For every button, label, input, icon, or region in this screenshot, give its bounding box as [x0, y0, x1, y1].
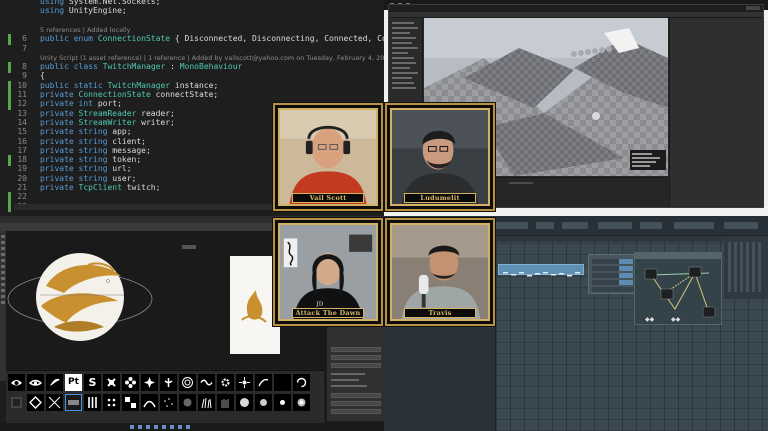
bars-brush-icon	[88, 397, 97, 408]
brush-swatch[interactable]	[255, 374, 272, 391]
pattern-clip[interactable]	[498, 264, 584, 277]
brush-swatch[interactable]	[217, 374, 234, 391]
webcam-vail-scott: Vail Scott	[273, 103, 383, 211]
clip-notes	[503, 272, 580, 277]
webcam-frame: JD Attack The Dawn	[278, 223, 378, 321]
brush-swatch[interactable]	[160, 394, 177, 411]
swoosh-brush-icon	[50, 378, 60, 386]
brush-swatch[interactable]	[84, 394, 101, 411]
change-marker	[0, 201, 11, 213]
brush-swatch[interactable]	[198, 394, 215, 411]
fl-mixer-strip[interactable]	[724, 238, 768, 298]
bristle-brush-icon	[221, 399, 229, 408]
webcam-travis: Travis	[385, 218, 495, 326]
brush-swatch[interactable]	[103, 394, 120, 411]
stream-layout: using System.Net.Sockets; using UnityEngi…	[0, 0, 768, 431]
fleur-brush-icon	[164, 378, 173, 387]
brush-swatch[interactable]	[274, 374, 291, 391]
eye-brush-icon	[11, 380, 22, 386]
brush-swatch[interactable]	[160, 374, 177, 391]
webcam-frame: Travis	[390, 223, 490, 321]
brush-swatch[interactable]	[8, 394, 25, 411]
knot-brush-icon	[107, 378, 116, 387]
webcam-feed: JD	[280, 225, 376, 319]
burst-brush-icon	[297, 398, 306, 407]
brush-swatch[interactable]	[122, 394, 139, 411]
webcam-frame: Vail Scott	[278, 108, 378, 206]
swirl-brush-icon	[296, 377, 307, 388]
name-plate: Attack The Dawn	[292, 308, 364, 318]
brush-swatch[interactable]	[27, 394, 44, 411]
scatter-brush-icon	[164, 398, 173, 407]
brush-swatch[interactable]	[293, 394, 310, 411]
unity-inspector-panel[interactable]	[669, 18, 764, 206]
webcam-frame: Ludumelit	[390, 108, 490, 206]
dots-brush-icon	[107, 398, 116, 407]
brush-swatch[interactable]	[198, 374, 215, 391]
brush-swatch[interactable]	[141, 394, 158, 411]
name-plate: Travis	[404, 308, 476, 318]
brush-swatch[interactable]	[46, 374, 63, 391]
webcam-ludumelit: Ludumelit	[385, 103, 495, 211]
webcam-feed	[392, 110, 488, 204]
name-plate: Ludumelit	[404, 193, 476, 203]
texture-brush-icon	[11, 397, 22, 408]
mandala-brush-icon	[182, 377, 193, 388]
brush-swatch[interactable]	[179, 374, 196, 391]
brush-swatch[interactable]	[274, 394, 291, 411]
diamond-brush-icon	[29, 396, 42, 409]
channel-rack[interactable]	[588, 254, 636, 294]
tile-brush-icon	[48, 396, 61, 409]
grass-brush-icon	[201, 397, 212, 409]
patcher-window[interactable]: ◆◆ ◆◆	[634, 252, 722, 325]
webcam-feed	[392, 225, 488, 319]
windows-taskbar[interactable]	[0, 423, 384, 431]
floating-tab[interactable]	[182, 245, 196, 249]
eye-brush-icon	[29, 379, 42, 386]
gradient-brush-icon	[68, 400, 79, 405]
unity-stats-overlay	[630, 150, 666, 170]
brush-library-panel[interactable]: Pt S	[6, 370, 324, 425]
brush-swatch[interactable]	[179, 394, 196, 411]
s-brush[interactable]: S	[84, 374, 101, 391]
brush-swatch[interactable]	[8, 374, 25, 391]
name-plate: Vail Scott	[292, 193, 364, 203]
unity-title-bar	[389, 5, 763, 12]
svg-text:◆◆: ◆◆	[671, 316, 681, 323]
scroll-brush-icon	[200, 379, 213, 386]
round-brush-icon	[280, 400, 285, 405]
svg-text:JD: JD	[315, 302, 323, 308]
gear-brush-icon	[221, 378, 230, 387]
brush-swatch[interactable]	[293, 374, 310, 391]
soft-brush-icon	[260, 399, 267, 406]
svg-text:◆◆: ◆◆	[645, 316, 655, 323]
brush-swatch[interactable]	[255, 394, 272, 411]
brush-swatch[interactable]	[217, 394, 234, 411]
brush-swatch[interactable]	[236, 394, 253, 411]
brush-swatch[interactable]	[27, 374, 44, 391]
arc-brush-icon	[143, 400, 156, 408]
brush-swatch[interactable]	[103, 374, 120, 391]
pt-brush[interactable]: Pt	[65, 374, 82, 391]
flourish-brush-icon	[258, 378, 269, 387]
patcher-graph: ◆◆ ◆◆	[644, 266, 716, 323]
brush-swatch[interactable]	[141, 374, 158, 391]
flower-brush-icon	[144, 377, 155, 388]
glow-brush-icon	[240, 398, 249, 407]
webcam-attack-the-dawn: JD Attack The Dawn	[273, 218, 383, 326]
brush-swatch[interactable]	[122, 374, 139, 391]
flower-brush-icon	[125, 377, 136, 388]
brush-swatch[interactable]	[236, 374, 253, 391]
splash-brush-icon	[239, 377, 250, 388]
checker-brush-icon	[125, 397, 136, 408]
spray-brush-icon	[183, 398, 192, 407]
globe-artwork	[7, 253, 153, 341]
brush-swatch[interactable]	[46, 394, 63, 411]
webcam-feed	[280, 110, 376, 204]
brush-swatch-selected[interactable]	[65, 394, 82, 411]
moon-brush-icon	[278, 377, 284, 388]
